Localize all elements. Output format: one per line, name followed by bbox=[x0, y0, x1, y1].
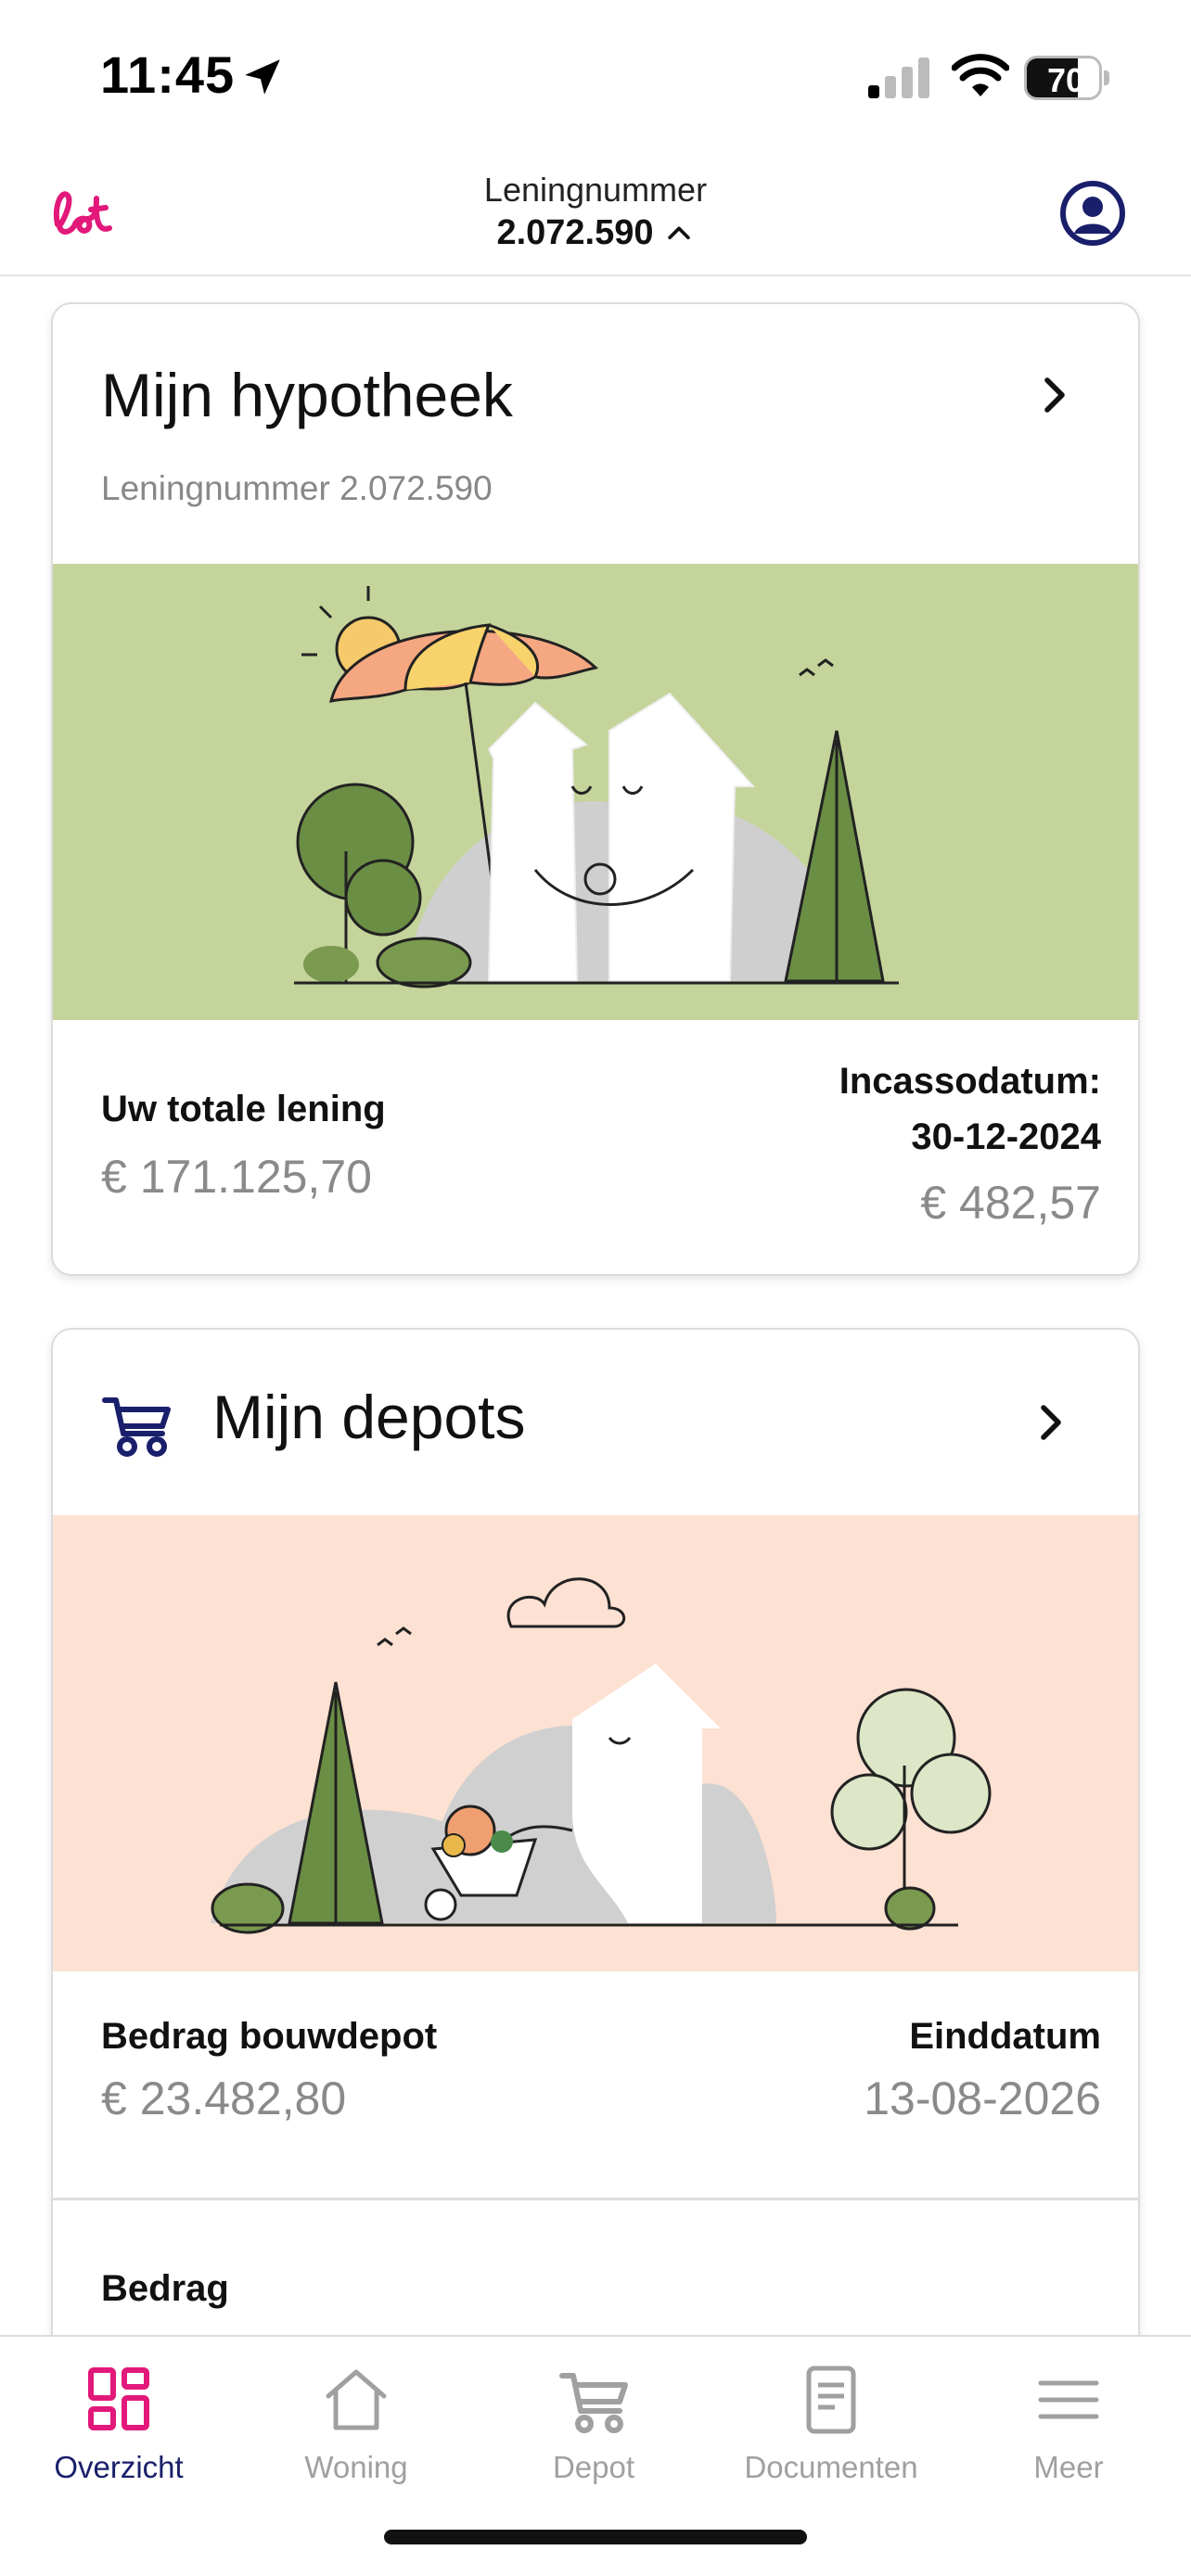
signal-icon bbox=[868, 57, 929, 98]
app-header: Leningnummer 2.072.590 bbox=[0, 158, 1191, 276]
location-arrow-icon bbox=[245, 59, 280, 95]
loan-selector[interactable]: Leningnummer 2.072.590 bbox=[0, 171, 1191, 253]
mortgage-card-subtitle: Leningnummer 2.072.590 bbox=[101, 469, 493, 507]
document-icon bbox=[806, 2366, 856, 2434]
wifi-icon bbox=[952, 54, 1009, 96]
dashboard-icon bbox=[88, 2367, 149, 2430]
nav-label: Woning bbox=[304, 2450, 408, 2484]
cart-icon bbox=[102, 1397, 171, 1457]
cart-icon bbox=[559, 2373, 628, 2433]
end-date-label: Einddatum bbox=[909, 2016, 1101, 2057]
menu-icon bbox=[1038, 2380, 1099, 2419]
mortgage-card-title: Mijn hypotheek bbox=[101, 361, 513, 429]
profile-icon[interactable] bbox=[1059, 180, 1126, 247]
second-depot-label: Bedrag bbox=[101, 2268, 229, 2309]
battery-icon: 70 bbox=[1024, 56, 1109, 100]
collection-date-label: Incassodatum: bbox=[839, 1061, 1101, 1102]
loan-label: Leningnummer bbox=[483, 171, 708, 209]
status-bar: 11:45 70 bbox=[0, 0, 1191, 158]
depot-card[interactable]: Mijn depots Bedrag bouwdepot € 23.482,80… bbox=[51, 1328, 1140, 2441]
collection-amount: € 482,57 bbox=[920, 1177, 1101, 1229]
mortgage-illustration bbox=[53, 564, 1138, 1020]
status-time: 11:45 bbox=[100, 45, 236, 104]
home-icon bbox=[326, 2369, 387, 2430]
nav-label: Overzicht bbox=[54, 2450, 184, 2484]
mortgage-card[interactable]: Mijn hypotheek Leningnummer 2.072.590 Uw… bbox=[51, 302, 1140, 1276]
chevron-up-icon bbox=[667, 225, 690, 239]
collection-date-value: 30-12-2024 bbox=[911, 1116, 1101, 1157]
depot-card-title: Mijn depots bbox=[212, 1383, 526, 1451]
nav-meer[interactable]: Meer bbox=[950, 2337, 1187, 2522]
chevron-right-icon[interactable] bbox=[1032, 373, 1077, 417]
depot-illustration bbox=[53, 1515, 1138, 1971]
nav-depot[interactable]: Depot bbox=[475, 2337, 712, 2522]
nav-woning[interactable]: Woning bbox=[237, 2337, 475, 2522]
divider bbox=[53, 2198, 1138, 2200]
build-depot-value: € 23.482,80 bbox=[101, 2072, 347, 2124]
total-loan-value: € 171.125,70 bbox=[101, 1151, 372, 1203]
chevron-right-icon[interactable] bbox=[1029, 1400, 1073, 1445]
loan-number: 2.072.590 bbox=[496, 213, 654, 252]
end-date-value: 13-08-2026 bbox=[864, 2072, 1101, 2124]
nav-documenten[interactable]: Documenten bbox=[712, 2337, 950, 2522]
total-loan-label: Uw totale lening bbox=[101, 1089, 386, 1129]
nav-label: Meer bbox=[1033, 2450, 1104, 2484]
battery-percentage: 70 bbox=[1046, 61, 1085, 99]
home-indicator[interactable] bbox=[384, 2530, 807, 2544]
nav-label: Documenten bbox=[744, 2450, 918, 2484]
nav-label: Depot bbox=[552, 2450, 635, 2484]
nav-overzicht[interactable]: Overzicht bbox=[0, 2337, 237, 2522]
build-depot-label: Bedrag bouwdepot bbox=[101, 2016, 438, 2057]
